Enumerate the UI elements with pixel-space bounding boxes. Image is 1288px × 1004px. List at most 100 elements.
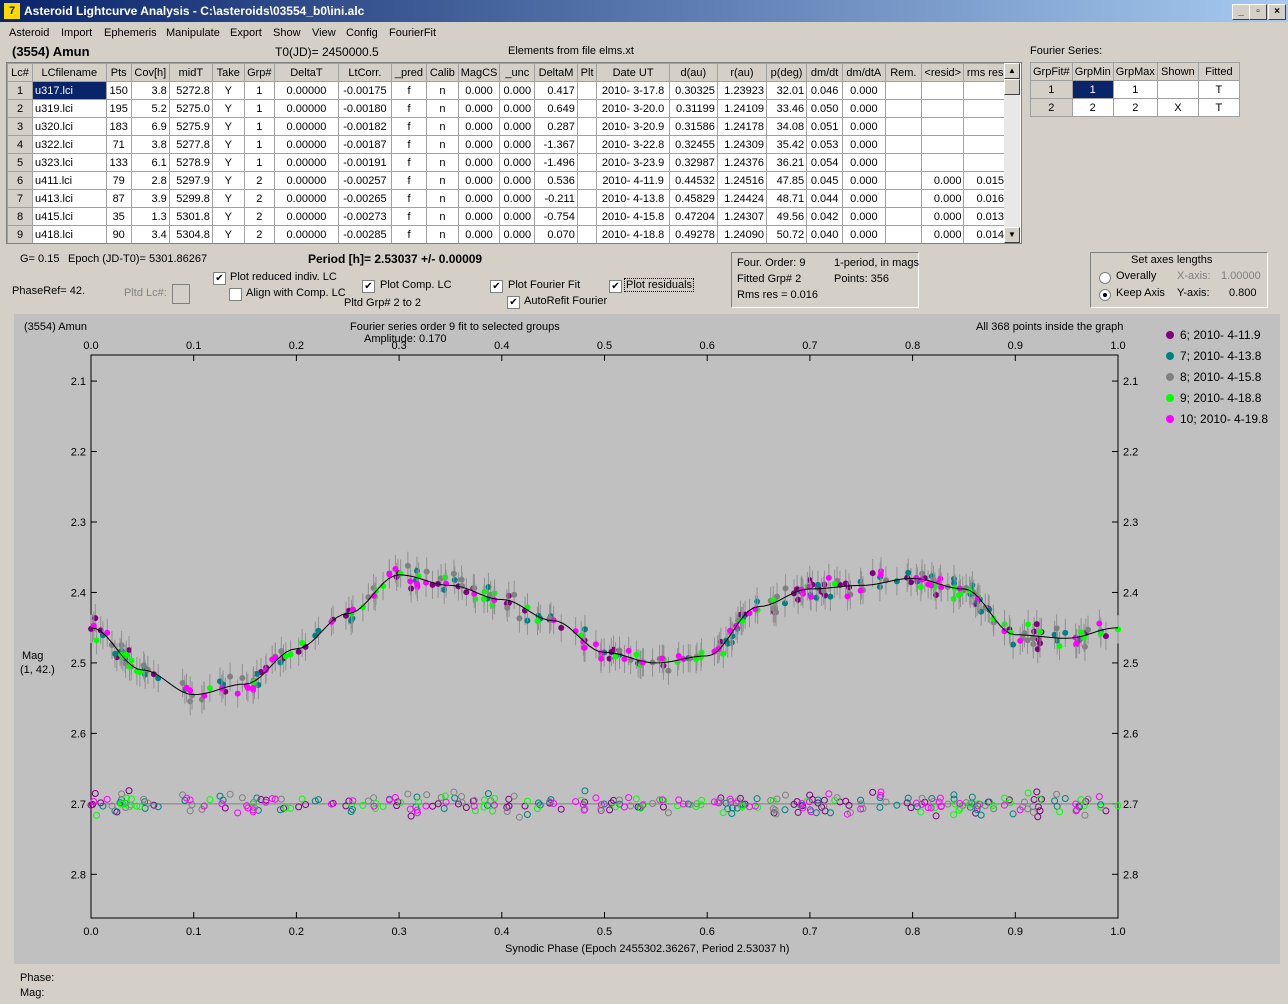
lc-table-scrollbar[interactable]: ▲ ▼ xyxy=(1004,63,1020,243)
fourier-col-header[interactable]: GrpFit# xyxy=(1030,62,1073,81)
xaxis-value[interactable]: 1.00000 xyxy=(1221,270,1261,282)
lc-cell[interactable]: u411.lci xyxy=(32,171,107,190)
lightcurve-plot[interactable]: 0.0 0.0 0.1 0.1 0.2 0.2 0.3 0.3 0.4 0.4 0.5 0.5 0.6 0… xyxy=(14,314,1280,964)
fourier-col-header[interactable]: GrpMin xyxy=(1071,62,1114,81)
lc-cell[interactable]: u413.lci xyxy=(32,189,107,208)
close-button[interactable]: × xyxy=(1268,4,1286,20)
lc-col-header[interactable]: Date UT xyxy=(596,63,670,82)
lc-col-header[interactable]: LtCorr. xyxy=(337,63,392,82)
fourier-cell[interactable]: 2 xyxy=(1030,98,1073,117)
maximize-button[interactable]: ▫ xyxy=(1249,4,1267,20)
lc-col-header[interactable]: dm/dtA xyxy=(842,63,886,82)
data-point xyxy=(1017,637,1024,644)
scroll-thumb[interactable] xyxy=(1004,79,1020,95)
table-row[interactable]: 111T xyxy=(1030,80,1240,99)
table-row[interactable]: 7 u413.lci 87 3.9 5299.8 Y 2 0.00000 -0.00265 f n 0… xyxy=(7,189,1007,208)
plot-residuals-checkbox[interactable]: ✔ xyxy=(609,280,622,293)
autorefit-checkbox[interactable]: ✔ xyxy=(507,296,520,309)
menu-export[interactable]: Export xyxy=(230,27,262,39)
table-row[interactable]: 4 u322.lci 71 3.8 5277.8 Y 1 0.00000 -0.00187 f n 0… xyxy=(7,135,1007,154)
fourier-cell[interactable]: 1 xyxy=(1030,80,1073,99)
lc-col-header[interactable]: Rem. xyxy=(884,63,923,82)
overally-radio[interactable] xyxy=(1099,272,1111,284)
fourier-cell[interactable]: X xyxy=(1156,98,1199,117)
table-row[interactable]: 222XT xyxy=(1030,98,1240,117)
menu-import[interactable]: Import xyxy=(61,27,92,39)
fourier-cell[interactable]: T xyxy=(1197,98,1240,117)
lc-col-header[interactable]: Calib xyxy=(426,63,459,82)
lc-col-header[interactable]: p(deg) xyxy=(766,63,808,82)
table-row[interactable]: 5 u323.lci 133 6.1 5278.9 Y 1 0.00000 -0.00191 f n… xyxy=(7,153,1007,172)
data-point xyxy=(1025,621,1032,628)
lc-col-header[interactable]: r(au) xyxy=(716,63,768,82)
table-row[interactable]: 2 u319.lci 195 5.2 5275.0 Y 1 0.00000 -0.00180 f n… xyxy=(7,99,1007,118)
lc-cell[interactable]: u320.lci xyxy=(32,117,107,136)
lightcurve-svg[interactable]: 0.00.00.10.10.20.20.30.30.40.40.50.50.60… xyxy=(14,314,1280,964)
table-row[interactable]: 8 u415.lci 35 1.3 5301.8 Y 2 0.00000 -0.00273 f n 0… xyxy=(7,207,1007,226)
lc-col-header[interactable]: Take xyxy=(211,63,245,82)
data-point xyxy=(407,578,414,585)
fourier-col-header[interactable]: Fitted xyxy=(1197,62,1240,81)
app-icon[interactable]: 7 xyxy=(4,3,20,19)
menu-manipulate[interactable]: Manipulate xyxy=(166,27,220,39)
data-point xyxy=(905,569,912,576)
fourier-col-header[interactable]: Shown xyxy=(1156,62,1199,81)
table-row[interactable]: 6 u411.lci 79 2.8 5297.9 Y 2 0.00000 -0.00257 f n 0… xyxy=(7,171,1007,190)
lc-cell: -0.00285 xyxy=(337,225,392,243)
fourier-cell[interactable]: T xyxy=(1197,80,1240,99)
minimize-button[interactable]: _ xyxy=(1232,4,1250,20)
lc-cell[interactable]: u415.lci xyxy=(32,207,107,226)
lc-cell[interactable]: u317.lci xyxy=(32,81,107,100)
lc-col-header[interactable]: Lc# xyxy=(7,63,33,82)
lc-col-header[interactable]: LCfilename xyxy=(32,63,107,82)
menu-asteroid[interactable]: Asteroid xyxy=(9,27,49,39)
lc-cell[interactable]: u319.lci xyxy=(32,99,107,118)
lc-cell[interactable]: u418.lci xyxy=(32,225,107,243)
table-row[interactable]: 3 u320.lci 183 6.9 5275.9 Y 1 0.00000 -0.00182 f n… xyxy=(7,117,1007,136)
lc-cell: 0.013 xyxy=(963,207,1007,226)
fourier-cell[interactable]: 1 xyxy=(1071,80,1114,99)
lc-col-header[interactable]: midT xyxy=(168,63,213,82)
lc-cell[interactable]: u323.lci xyxy=(32,153,107,172)
plot-fourier-checkbox[interactable]: ✔ xyxy=(490,280,503,293)
table-row[interactable]: 9 u418.lci 90 3.4 5304.8 Y 2 0.00000 -0.00285 f n 0… xyxy=(7,225,1007,243)
lc-col-header[interactable]: MagCS xyxy=(457,63,501,82)
fourier-cell[interactable]: 1 xyxy=(1112,80,1158,99)
lc-col-header[interactable]: _unc xyxy=(499,63,536,82)
fourier-cell[interactable]: 2 xyxy=(1071,98,1114,117)
lc-cell: 2 xyxy=(243,171,275,190)
scroll-up-icon[interactable]: ▲ xyxy=(1004,63,1020,79)
lc-col-header[interactable]: Plt xyxy=(576,63,598,82)
lc-col-header[interactable]: Pts xyxy=(105,63,132,82)
align-comp-checkbox[interactable] xyxy=(229,288,242,301)
fourier-cell[interactable] xyxy=(1156,80,1199,99)
data-point xyxy=(1033,621,1040,628)
lc-col-header[interactable]: <resid> xyxy=(921,63,965,82)
menu-ephemeris[interactable]: Ephemeris xyxy=(104,27,157,39)
lc-col-header[interactable]: dm/dt xyxy=(806,63,844,82)
table-row[interactable]: 1 u317.lci 150 3.8 5272.8 Y 1 0.00000 -0.00175 f n… xyxy=(7,81,1007,100)
lc-col-header[interactable]: DeltaT xyxy=(273,63,339,82)
menu-view[interactable]: View xyxy=(312,27,336,39)
lc-col-header[interactable]: Grp# xyxy=(243,63,275,82)
fourier-cell[interactable]: 2 xyxy=(1112,98,1158,117)
menu-config[interactable]: Config xyxy=(346,27,378,39)
lc-col-header[interactable]: DeltaM xyxy=(534,63,578,82)
lc-col-header[interactable]: _pred xyxy=(390,63,428,82)
scroll-down-icon[interactable]: ▼ xyxy=(1004,227,1020,243)
lc-col-header[interactable]: rms res xyxy=(963,63,1007,82)
data-point xyxy=(239,675,246,682)
lc-col-header[interactable]: d(au) xyxy=(668,63,718,82)
lc-col-header[interactable]: Cov[h] xyxy=(130,63,170,82)
plot-reduced-checkbox[interactable]: ✔ xyxy=(213,272,226,285)
fourier-col-header[interactable]: GrpMax xyxy=(1112,62,1158,81)
menu-show[interactable]: Show xyxy=(273,27,301,39)
lc-cell[interactable]: u322.lci xyxy=(32,135,107,154)
lc-cell xyxy=(921,135,965,154)
pltd-lc-spinner[interactable] xyxy=(172,284,190,304)
yaxis-value[interactable]: 0.800 xyxy=(1229,287,1257,299)
plot-comp-checkbox[interactable]: ✔ xyxy=(362,280,375,293)
keep-axis-radio[interactable] xyxy=(1099,289,1111,301)
lc-cell: -0.00257 xyxy=(337,171,392,190)
menu-fourierfit[interactable]: FourierFit xyxy=(389,27,436,39)
